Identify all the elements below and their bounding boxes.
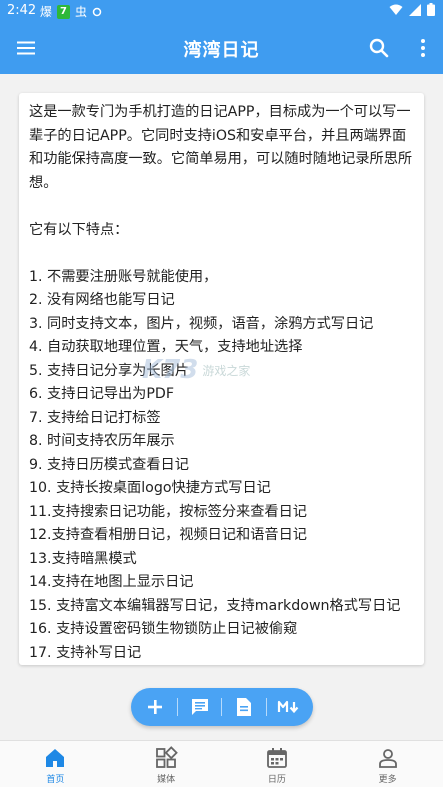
add-diary-button[interactable] <box>140 694 170 720</box>
intro-text: 这是一款专门为手机打造的日记APP，目标成为一个可以写一辈子的日记APP。它同时… <box>29 104 413 191</box>
feature-item: 17. 支持补写日记 <box>29 644 142 661</box>
feature-item: 8. 时间支持农历年展示 <box>29 433 175 449</box>
home-icon <box>46 749 65 767</box>
features-heading: 它有以下特点： <box>29 221 129 238</box>
text-diary-button[interactable] <box>185 694 215 720</box>
feature-item: 13.支持暗黑模式 <box>29 550 137 567</box>
divider <box>221 698 223 716</box>
feature-list: 1. 不需要注册账号就能使用， 2. 没有网络也能写日记 3. 同时支持文本，图… <box>29 266 414 666</box>
wifi-icon <box>389 4 403 15</box>
nav-item-home[interactable]: 首页 <box>0 741 111 787</box>
feature-item: 16. 支持设置密码锁生物锁防止日记被偷窥 <box>29 621 298 637</box>
divider <box>177 698 179 716</box>
status-time: 2:42 <box>7 3 37 18</box>
feature-item: 14.支持在地图上显示日记 <box>29 574 194 590</box>
grid-icon <box>156 746 178 768</box>
status-system-icons <box>389 3 435 16</box>
feature-item: 1. 不需要注册账号就能使用， <box>29 268 218 285</box>
document-diary-button[interactable] <box>229 694 259 720</box>
calendar-icon <box>266 748 287 768</box>
diary-card[interactable]: 这是一款专门为手机打造的日记APP，目标成为一个可以写一辈子的日记APP。它同时… <box>19 93 424 665</box>
markdown-icon <box>277 700 298 714</box>
feature-item: 12.支持查看相册日记，视频日记和语音日记 <box>29 527 307 543</box>
divider <box>265 698 267 716</box>
feature-item: 10. 支持长按桌面logo快捷方式写日记 <box>29 480 271 496</box>
feature-item: 7. 支持给日记打标签 <box>29 409 161 426</box>
nav-item-calendar[interactable]: 日历 <box>222 741 333 787</box>
app-bar: 湾湾日记 <box>0 22 443 74</box>
search-button[interactable] <box>367 36 391 60</box>
feature-item: 9. 支持日历模式查看日记 <box>29 456 189 473</box>
nav-item-media[interactable]: 媒体 <box>111 741 222 787</box>
feature-item: 3. 同时支持文本，图片，视频，语音，涂鸦方式写日记 <box>29 315 374 332</box>
feature-item: 11.支持搜索日记功能，按标签分来查看日记 <box>29 503 307 520</box>
bottom-navigation: 首页 媒体 日历 更多 <box>0 740 443 787</box>
document-icon <box>237 698 252 716</box>
signal-icon <box>409 3 421 16</box>
feature-item: 6. 支持日记导出为PDF <box>29 386 174 402</box>
status-notification-icons: 爆 7 虫 <box>40 3 102 20</box>
notification-badge-icon: 7 <box>57 4 70 19</box>
nav-label-media: 媒体 <box>157 775 176 785</box>
battery-icon <box>427 3 435 16</box>
notification-app-icon: 爆 <box>40 5 53 19</box>
search-icon <box>369 38 389 58</box>
markdown-diary-button[interactable] <box>274 694 304 720</box>
notification-bug-icon: 虫 <box>74 5 87 19</box>
plus-icon <box>148 700 163 714</box>
sync-icon <box>92 7 102 16</box>
message-icon <box>191 699 208 715</box>
person-icon <box>378 749 397 768</box>
status-bar: 2:42 爆 7 虫 <box>0 0 443 22</box>
feature-item: 2. 没有网络也能写日记 <box>29 292 175 308</box>
nav-label-calendar: 日历 <box>267 775 286 785</box>
feature-item: 15. 支持富文本编辑器写日记，支持markdown格式写日记 <box>29 597 401 614</box>
more-vert-icon <box>421 39 425 57</box>
nav-item-more[interactable]: 更多 <box>332 741 443 787</box>
card-content: 这是一款专门为手机打造的日记APP，目标成为一个可以写一辈子的日记APP。它同时… <box>19 93 424 665</box>
nav-label-more: 更多 <box>378 775 397 785</box>
feature-item: 4. 自动获取地理位置，天气，支持地址选择 <box>29 339 303 355</box>
nav-label-home: 首页 <box>46 775 65 785</box>
feature-item: 5. 支持日记分享为长图片 <box>29 362 189 379</box>
quick-write-bar <box>131 688 313 726</box>
more-options-button[interactable] <box>415 36 431 60</box>
